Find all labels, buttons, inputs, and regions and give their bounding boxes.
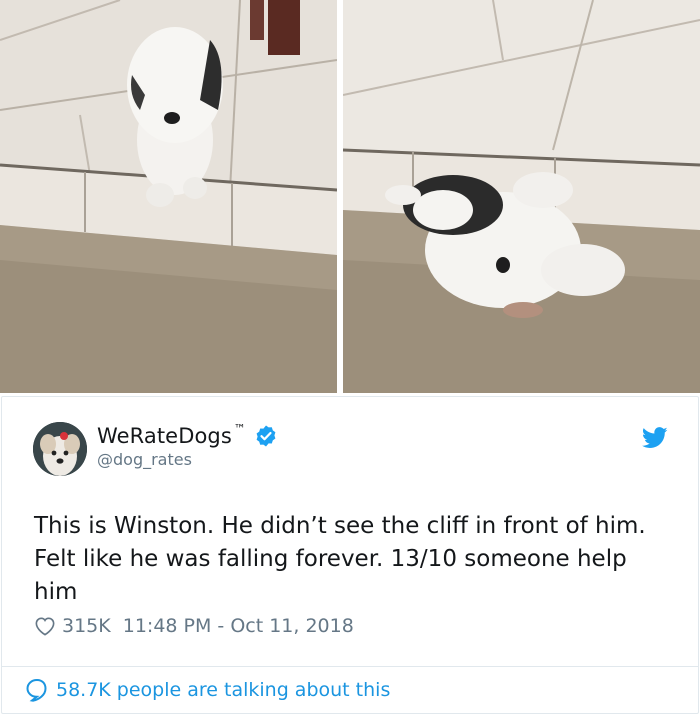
photo-collage <box>0 0 700 393</box>
avatar[interactable] <box>33 422 87 476</box>
divider <box>2 666 698 667</box>
trademark-mark: ™ <box>233 422 246 436</box>
photo-puppy-fallen[interactable] <box>343 0 700 393</box>
embedded-tweet[interactable]: WeRateDogs ™ @dog_rates This is Winston.… <box>1 396 699 714</box>
tweet-meta: 315K 11:48 PM - Oct 11, 2018 <box>34 615 354 637</box>
speech-bubble-icon <box>24 677 50 703</box>
heart-icon[interactable] <box>34 616 56 636</box>
author-name-row[interactable]: WeRateDogs ™ <box>97 422 278 449</box>
conversation-link[interactable]: 58.7K people are talking about this <box>24 677 390 703</box>
verified-badge-icon <box>254 424 278 448</box>
talking-count-label[interactable]: 58.7K people are talking about this <box>56 679 390 701</box>
tweet-text: This is Winston. He didn’t see the cliff… <box>34 513 646 605</box>
photo-puppy-walking[interactable] <box>0 0 337 393</box>
twitter-bird-icon[interactable] <box>641 427 668 449</box>
like-count[interactable]: 315K <box>62 615 111 637</box>
display-name[interactable]: WeRateDogs <box>97 424 232 448</box>
tweet-timestamp[interactable]: 11:48 PM - Oct 11, 2018 <box>123 615 354 637</box>
user-handle[interactable]: @dog_rates <box>97 450 192 469</box>
